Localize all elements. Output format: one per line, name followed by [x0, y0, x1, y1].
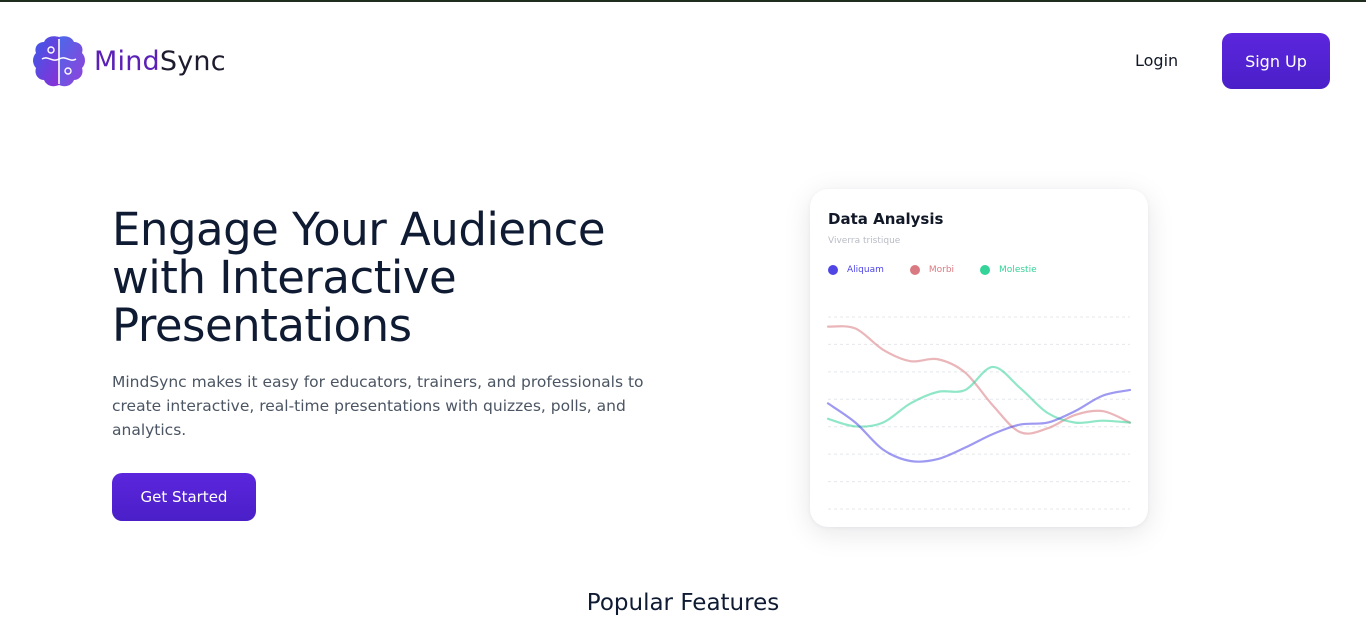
- chart-legend: Aliquam Morbi Molestie: [828, 265, 1063, 275]
- hero-title: Engage Your Audience with Interactive Pr…: [112, 203, 606, 352]
- hero-description: MindSync makes it easy for educators, tr…: [112, 373, 644, 439]
- legend-dot-icon: [980, 265, 991, 275]
- signup-button[interactable]: Sign Up: [1222, 33, 1330, 89]
- brand[interactable]: MindSync: [32, 33, 226, 89]
- series-line-morbi: [826, 325, 1132, 435]
- legend-dot-icon: [828, 265, 838, 275]
- legend-item-morbi[interactable]: Morbi: [909, 265, 955, 275]
- series-line-molestie: [826, 365, 1132, 428]
- legend-dot-icon: [909, 265, 920, 275]
- brand-name-part2: Sync: [159, 45, 226, 77]
- legend-label: Molestie: [999, 265, 1037, 275]
- legend-item-aliquam[interactable]: Aliquam: [828, 265, 884, 275]
- data-analysis-card: Data Analysis Viverra tristique Aliquam M…: [810, 189, 1148, 527]
- legend-label: Morbi: [928, 265, 955, 275]
- chart-subtitle: Viverra tristique: [828, 236, 901, 246]
- legend-label: Aliquam: [847, 265, 884, 275]
- brain-logo-icon: [33, 36, 85, 87]
- legend-item-molestie[interactable]: Molestie: [980, 265, 1037, 275]
- get-started-button[interactable]: Get Started: [112, 473, 256, 521]
- brand-name: MindSync: [94, 46, 226, 77]
- chart-title: Data Analysis: [828, 210, 944, 228]
- features-heading: Popular Features: [586, 590, 780, 616]
- login-link[interactable]: Login: [1135, 51, 1178, 70]
- header: MindSync Login Sign Up: [0, 2, 1366, 120]
- brand-name-part1: Mind: [94, 45, 160, 77]
